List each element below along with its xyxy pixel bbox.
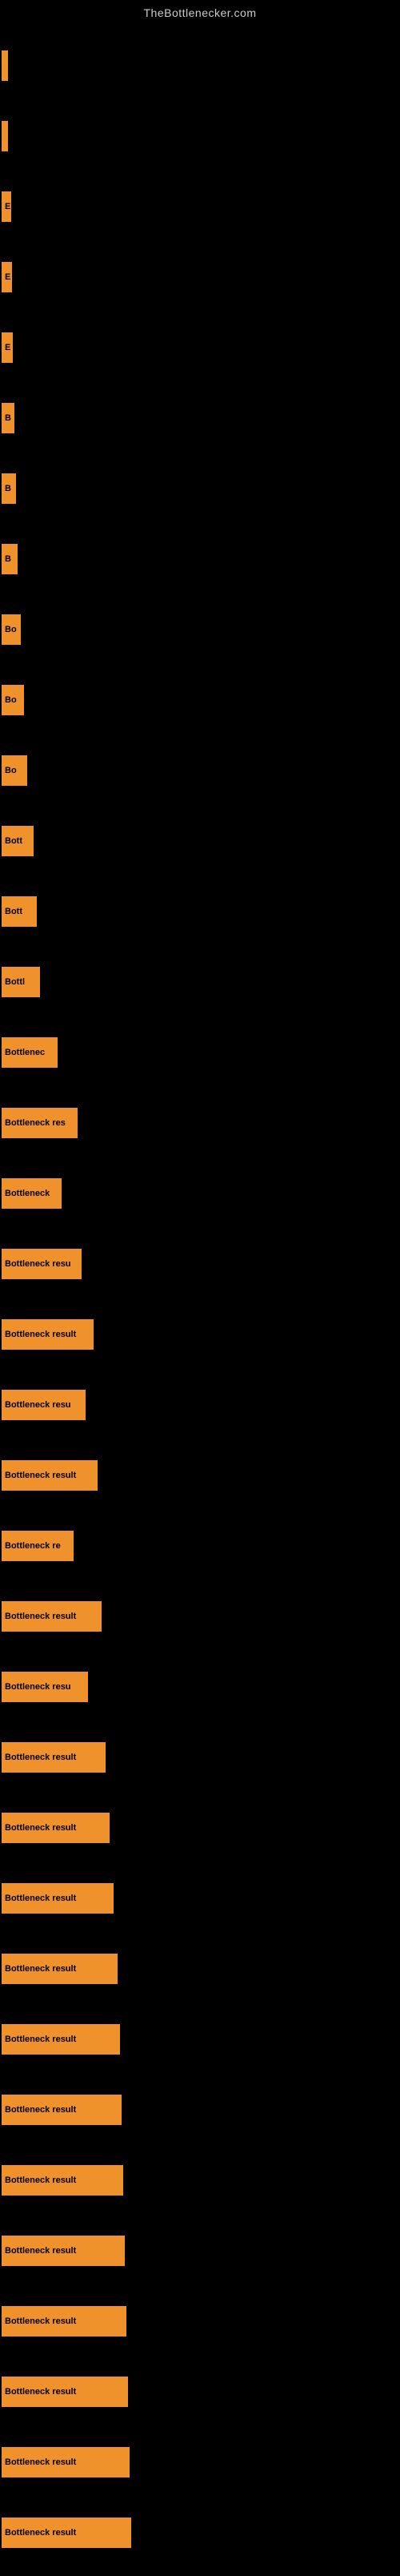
- bar-row: Bottleneck result: [0, 1299, 400, 1370]
- bottleneck-bar: Bottleneck result: [2, 2024, 120, 2055]
- bottleneck-bar: B: [2, 544, 18, 574]
- bottleneck-bar: B: [2, 473, 16, 504]
- bottleneck-bar: E: [2, 191, 11, 222]
- bottleneck-bar: Bottleneck resu: [2, 1390, 86, 1420]
- bottleneck-bar: Bottlenec: [2, 1037, 58, 1068]
- bottleneck-bar: E: [2, 262, 12, 292]
- bar-row: E: [0, 242, 400, 312]
- bottleneck-bar: Bo: [2, 685, 24, 715]
- bar-row: E: [0, 312, 400, 383]
- bar-row: [0, 30, 400, 101]
- bar-row: Bottleneck result: [0, 2216, 400, 2286]
- bottleneck-bar: Bottleneck resu: [2, 1249, 82, 1279]
- bar-row: Bottleneck resu: [0, 1370, 400, 1440]
- site-title: TheBottlenecker.com: [0, 0, 400, 22]
- bottleneck-bar: Bottleneck result: [2, 2306, 126, 2337]
- bottleneck-bar: Bottleneck res: [2, 1108, 78, 1138]
- bar-row: Bottleneck result: [0, 1863, 400, 1934]
- bar-row: Bottleneck result: [0, 1440, 400, 1511]
- bottleneck-bar: Bottleneck result: [2, 2095, 122, 2125]
- bottleneck-bar: [2, 50, 8, 81]
- bar-row: Bo: [0, 665, 400, 735]
- bottleneck-bar: Bott: [2, 896, 37, 927]
- bar-row: B: [0, 524, 400, 594]
- bar-row: Bottleneck result: [0, 1934, 400, 2004]
- bar-row: Bottleneck result: [0, 2357, 400, 2427]
- bottleneck-bar: Bottleneck result: [2, 1954, 118, 1984]
- bar-row: Bott: [0, 806, 400, 876]
- bar-row: B: [0, 383, 400, 453]
- bottleneck-bar: Bottleneck result: [2, 2236, 125, 2266]
- bar-row: Bott: [0, 876, 400, 947]
- bar-row: Bottleneck res: [0, 1088, 400, 1158]
- bottleneck-bar: Bott: [2, 826, 34, 856]
- bottleneck-bar: Bo: [2, 755, 27, 786]
- bottleneck-bar: Bottleneck result: [2, 2377, 128, 2407]
- bar-row: Bottleneck result: [0, 2427, 400, 2498]
- bottleneck-bar: Bottleneck result: [2, 1813, 110, 1843]
- bottleneck-bar: [2, 121, 8, 151]
- bottleneck-bar: Bo: [2, 614, 21, 645]
- bottleneck-bar: Bottleneck result: [2, 1883, 114, 1914]
- bar-row: Bottleneck resu: [0, 1652, 400, 1722]
- bottleneck-bar: Bottleneck result: [2, 2518, 131, 2548]
- bar-row: Bottleneck result: [0, 2286, 400, 2357]
- bottleneck-bar: Bottleneck: [2, 1178, 62, 1209]
- bar-row: Bottleneck: [0, 1158, 400, 1229]
- bar-row: Bottleneck result: [0, 1722, 400, 1793]
- bottleneck-bar: Bottleneck result: [2, 1601, 102, 1632]
- bar-row: Bottl: [0, 947, 400, 1017]
- bar-row: Bottleneck result: [0, 2498, 400, 2568]
- bar-row: Bottleneck result: [0, 2075, 400, 2145]
- bar-row: B: [0, 453, 400, 524]
- bottleneck-bar: Bottleneck re: [2, 1531, 74, 1561]
- bar-row: Bottleneck re: [0, 1511, 400, 1581]
- bottleneck-bar: Bottleneck result: [2, 1460, 98, 1491]
- bottleneck-bar: B: [2, 403, 14, 433]
- bar-row: E: [0, 171, 400, 242]
- bar-row: Bottlenec: [0, 1017, 400, 1088]
- bar-row: Bo: [0, 594, 400, 665]
- bottleneck-bar: Bottleneck result: [2, 2165, 123, 2196]
- bottleneck-bar: Bottl: [2, 967, 40, 997]
- bottleneck-bar: Bottleneck result: [2, 2447, 130, 2477]
- bar-row: Bottleneck result: [0, 2145, 400, 2216]
- bar-row: Bo: [0, 735, 400, 806]
- bottleneck-bar: Bottleneck result: [2, 1319, 94, 1350]
- bar-row: [0, 101, 400, 171]
- bar-row: Bottleneck resu: [0, 1229, 400, 1299]
- bar-row: Bottleneck result: [0, 1793, 400, 1863]
- bottleneck-bar: Bottleneck result: [2, 1742, 106, 1773]
- bar-row: Bottleneck result: [0, 2004, 400, 2075]
- bottleneck-bar: Bottleneck resu: [2, 1672, 88, 1702]
- bar-row: Bottleneck result: [0, 1581, 400, 1652]
- bars-container: E E E B B B Bo Bo Bo Bott Bott Bottl Bottlenec Bottle…: [0, 22, 400, 2576]
- bottleneck-bar: E: [2, 332, 13, 363]
